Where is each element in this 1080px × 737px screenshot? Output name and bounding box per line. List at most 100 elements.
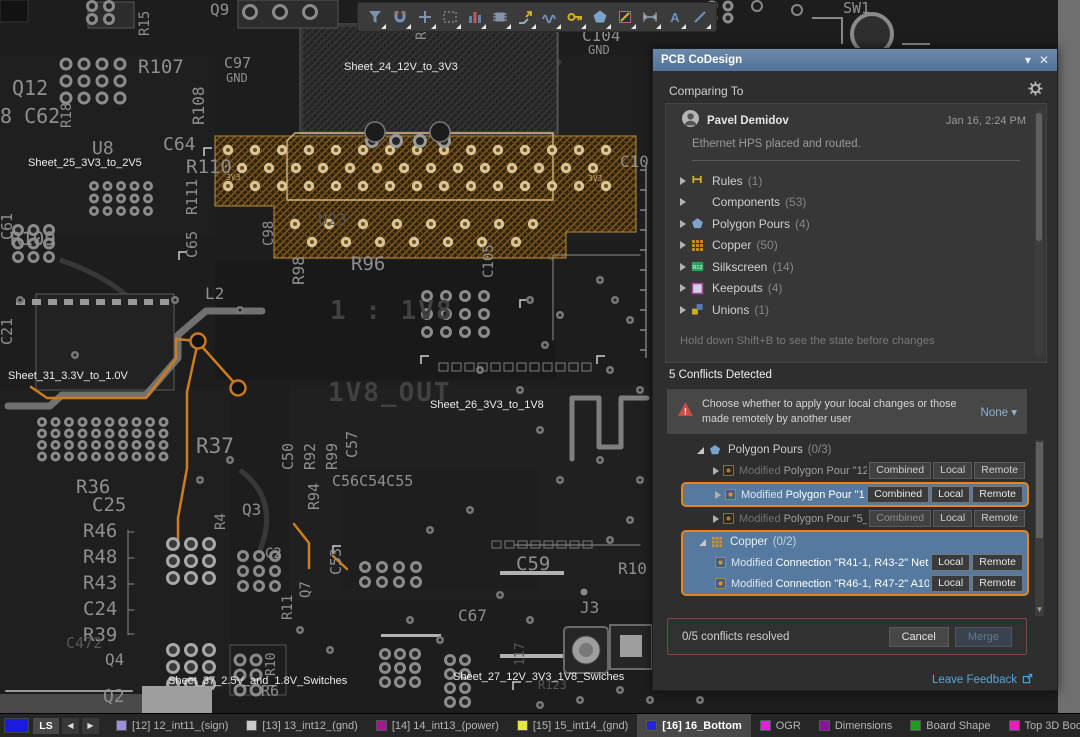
- select-area-tool-icon[interactable]: [437, 4, 462, 30]
- panel-header[interactable]: PCB CoDesign ▾ ✕: [653, 49, 1057, 71]
- external-link-icon: [1022, 671, 1033, 689]
- expand-icon[interactable]: [713, 467, 719, 475]
- conflict-scrollbar[interactable]: ▼: [1035, 440, 1044, 616]
- sheet-label: Sheet_24_12V_to_3V3: [344, 62, 458, 73]
- ref-designator: R98: [291, 256, 307, 285]
- leave-feedback-link[interactable]: Leave Feedback: [932, 674, 1017, 686]
- modified-item-icon: [715, 578, 726, 589]
- wave-tool-icon[interactable]: [537, 4, 562, 30]
- expand-icon[interactable]: [680, 220, 686, 228]
- combined-resolution-button[interactable]: Combined: [869, 462, 931, 479]
- ref-designator: 3V3: [588, 175, 602, 183]
- chart-tool-icon[interactable]: [462, 4, 487, 30]
- cancel-button[interactable]: Cancel: [889, 627, 949, 647]
- combined-resolution-button[interactable]: Combined: [867, 486, 929, 503]
- conflict-row[interactable]: ModifiedPolygon Pour "16_B…CombinedLocal…: [683, 484, 1027, 505]
- ref-designator: C57: [345, 431, 360, 458]
- highlighted-conflict-row: ModifiedPolygon Pour "16_B…CombinedLocal…: [681, 482, 1029, 507]
- polygon-pour-tool-icon[interactable]: [587, 4, 612, 30]
- merge-button[interactable]: Merge: [955, 627, 1012, 647]
- layer-tab--15-15-int14-gnd-[interactable]: [15] 15_int14_(gnd): [508, 714, 637, 737]
- conflict-group-polygon-pours[interactable]: Polygon Pours(0/3): [681, 440, 1029, 460]
- layer-sets-button[interactable]: LS: [33, 718, 59, 734]
- collapse-icon[interactable]: [699, 539, 706, 546]
- cross-tool-icon[interactable]: [412, 4, 437, 30]
- category-copper[interactable]: Copper (50): [680, 235, 1026, 257]
- category-silkscreen[interactable]: R12 Silkscreen (14): [680, 256, 1026, 278]
- layer-tab-dimensions[interactable]: Dimensions: [810, 714, 901, 737]
- category-keepouts[interactable]: Keepouts (4): [680, 278, 1026, 300]
- text-tool-icon[interactable]: A: [662, 4, 687, 30]
- scroll-layers-left-icon[interactable]: ◀: [62, 718, 79, 734]
- local-resolution-button[interactable]: Local: [931, 575, 970, 592]
- conflict-row[interactable]: ModifiedPolygon Pour "5_int…CombinedLoca…: [681, 508, 1029, 529]
- scroll-down-icon[interactable]: ▼: [1035, 605, 1044, 614]
- layer-tab--12-12-int11-sign-[interactable]: [12] 12_int11_(sign): [107, 714, 237, 737]
- layer-tab--14-14-int13-power-[interactable]: [14] 14_int13_(power): [367, 714, 508, 737]
- remote-resolution-button[interactable]: Remote: [972, 575, 1023, 592]
- conflict-row[interactable]: ModifiedConnection "R41-1, R43-2" Net…Lo…: [683, 552, 1027, 573]
- layer-tab-top-3d-body[interactable]: Top 3D Body: [1000, 714, 1080, 737]
- settings-gear-icon[interactable]: [1028, 81, 1043, 101]
- expand-icon[interactable]: [680, 263, 686, 271]
- ref-designator: R48: [83, 548, 117, 567]
- ref-designator: R4: [214, 513, 228, 530]
- shift-b-hint: Hold down Shift+B to see the state befor…: [680, 335, 935, 347]
- expand-icon[interactable]: [680, 198, 686, 206]
- panel-close-icon[interactable]: ✕: [1039, 53, 1049, 67]
- layer-tab--16-16-bottom[interactable]: [16] 16_Bottom: [637, 714, 750, 737]
- ref-designator: R43: [83, 574, 117, 593]
- collapse-icon[interactable]: [697, 447, 704, 454]
- remote-resolution-button[interactable]: Remote: [974, 510, 1025, 527]
- component-tool-icon[interactable]: [487, 4, 512, 30]
- layer-tab--13-13-int12-gnd-[interactable]: [13] 13_int12_(gnd): [237, 714, 366, 737]
- sheet-label: Sheet_26_3V3_to_1V8: [430, 400, 544, 411]
- ref-designator: R96: [351, 255, 385, 274]
- ref-designator: J3: [580, 600, 599, 616]
- local-resolution-button[interactable]: Local: [933, 510, 972, 527]
- commit-author: Pavel Demidov: [707, 115, 946, 127]
- expand-icon[interactable]: [680, 306, 686, 314]
- conflicts-detected-label: 5 Conflicts Detected: [669, 369, 772, 381]
- scroll-layers-right-icon[interactable]: ▶: [82, 718, 99, 734]
- combined-resolution-button[interactable]: Combined: [869, 510, 931, 527]
- layer-color-swatch: [517, 720, 528, 731]
- resolution-mode-dropdown[interactable]: None ▾: [981, 405, 1017, 419]
- category-polygon-pours[interactable]: Polygon Pours (4): [680, 213, 1026, 235]
- category-rules[interactable]: Rules (1): [680, 170, 1026, 192]
- panel-menu-icon[interactable]: ▾: [1025, 53, 1031, 67]
- remote-resolution-button[interactable]: Remote: [972, 554, 1023, 571]
- filter-tool-icon[interactable]: [362, 4, 387, 30]
- layer-tab-board-shape[interactable]: Board Shape: [901, 714, 999, 737]
- route-tool-icon[interactable]: [512, 4, 537, 30]
- local-resolution-button[interactable]: Local: [931, 486, 970, 503]
- conflict-row[interactable]: ModifiedConnection "R46-1, R47-2" A10_…L…: [683, 573, 1027, 594]
- ref-designator: R108: [191, 86, 207, 125]
- change-category-tree: Rules (1) Components (53) Polygon Pours …: [680, 170, 1026, 321]
- pad-tool-icon[interactable]: [612, 4, 637, 30]
- key-tool-icon[interactable]: [562, 4, 587, 30]
- expand-icon[interactable]: [680, 284, 686, 292]
- layer-tab-ogr[interactable]: OGR: [751, 714, 810, 737]
- ref-designator: U23: [318, 212, 347, 228]
- active-bar-toolbar[interactable]: A: [357, 2, 717, 32]
- magnet-tool-icon[interactable]: [387, 4, 412, 30]
- local-resolution-button[interactable]: Local: [931, 554, 970, 571]
- category-components[interactable]: Components (53): [680, 192, 1026, 214]
- current-layer-color-swatch[interactable]: [4, 718, 29, 733]
- ref-designator: R18: [60, 103, 74, 128]
- category-unions[interactable]: Unions (1): [680, 299, 1026, 321]
- remote-resolution-button[interactable]: Remote: [974, 462, 1025, 479]
- conflict-row[interactable]: ModifiedPolygon Pour "12_I…CombinedLocal…: [681, 460, 1029, 481]
- warning-line1: Choose whether to apply your local chang…: [702, 397, 975, 411]
- expand-icon[interactable]: [680, 241, 686, 249]
- expand-icon[interactable]: [713, 515, 719, 523]
- remote-resolution-button[interactable]: Remote: [972, 486, 1023, 503]
- conflict-group-copper[interactable]: Copper(0/2): [683, 532, 1027, 552]
- expand-icon[interactable]: [680, 177, 686, 185]
- line-tool-icon[interactable]: [687, 4, 712, 30]
- expand-icon[interactable]: [715, 491, 721, 499]
- local-resolution-button[interactable]: Local: [933, 462, 972, 479]
- compare-scrollbar[interactable]: [1035, 109, 1043, 357]
- dimension-tool-icon[interactable]: [637, 4, 662, 30]
